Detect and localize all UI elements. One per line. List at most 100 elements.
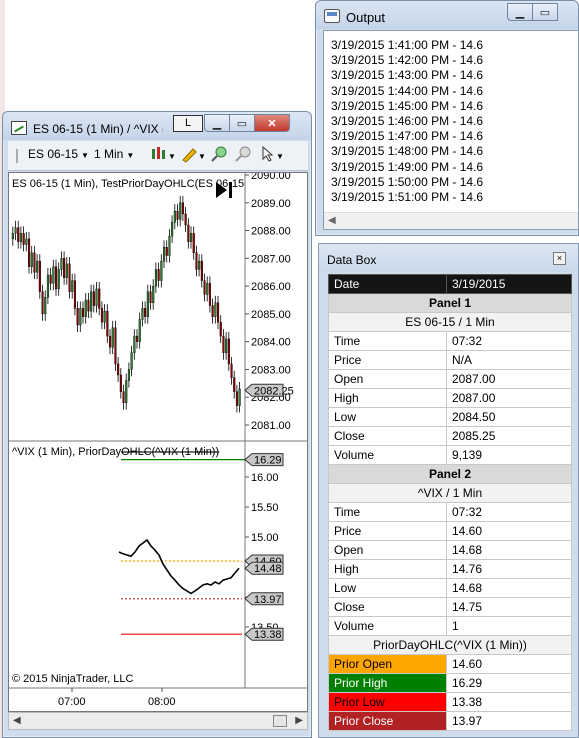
zoom-in-button[interactable]	[210, 145, 228, 166]
date-row-value: 3/19/2015	[446, 274, 572, 294]
candle-body	[195, 252, 198, 270]
candle-body	[211, 305, 214, 317]
panel2-header: Panel 2	[328, 464, 572, 484]
candle-body	[122, 391, 125, 403]
data-box-header[interactable]: Data Box ×	[319, 244, 578, 272]
close-icon[interactable]: ×	[553, 252, 566, 265]
candle-body	[135, 335, 139, 342]
data-row-value: 07:32	[446, 331, 572, 351]
candle-body	[46, 274, 49, 298]
drawing-tool-button[interactable]: ▼	[180, 145, 206, 166]
candle-body	[146, 291, 149, 317]
data-row-value: 14.68	[446, 578, 572, 598]
prior-row: Prior Low 13.38	[328, 692, 572, 712]
panel2-subheader-label: ^VIX / 1 Min	[328, 483, 572, 503]
candle-body	[41, 291, 44, 315]
scroll-thumb[interactable]	[273, 715, 287, 727]
prior-row-value: 14.60	[446, 654, 572, 674]
data-row-value: 2085.25	[446, 426, 572, 446]
candle-body	[87, 299, 90, 312]
data-row-key: High	[328, 559, 447, 579]
zoom-out-icon	[235, 146, 251, 162]
data-row: Time 07:32	[328, 502, 572, 522]
data-row-key: High	[328, 388, 447, 408]
axis-label: 2083.00	[251, 364, 291, 376]
output-line: 3/19/2015 1:44:00 PM - 14.6	[331, 83, 484, 98]
interval-selector[interactable]: 1 Min ▼	[94, 147, 134, 161]
minimize-button[interactable]: ▁	[507, 3, 533, 21]
chart-plot-area[interactable]: 2090.00 2089.00 2088.00 2087.00 2086.00 2085.…	[8, 170, 308, 712]
instrument-selector[interactable]: ES 06-15 ▼	[28, 147, 89, 161]
candle-body	[189, 233, 193, 242]
minimize-button[interactable]: ▁	[204, 114, 230, 132]
candle-body	[63, 258, 66, 278]
candle-body	[25, 238, 28, 245]
data-row: Low 14.68	[328, 578, 572, 598]
candle-body	[222, 335, 225, 353]
link-badge[interactable]: L	[173, 115, 203, 132]
output-title: Output	[346, 10, 386, 25]
pencil-icon: ▼	[182, 148, 206, 163]
output-text-area[interactable]: 3/19/2015 1:41:00 PM - 14.6 3/19/2015 1:4…	[323, 30, 579, 230]
candle-body	[65, 263, 68, 278]
data-row: Open 2087.00	[328, 369, 572, 389]
chart-canvas[interactable]: 2090.00 2089.00 2088.00 2087.00 2086.00 2085.…	[9, 170, 307, 711]
panel1-subheader-label: ES 06-15 / 1 Min	[328, 312, 572, 332]
prior-row-value: 13.38	[446, 692, 572, 712]
candle-body	[206, 283, 209, 295]
candle-body	[208, 283, 212, 306]
panel2-subheader: ^VIX / 1 Min	[328, 483, 572, 503]
data-row-key: Close	[328, 426, 447, 446]
scroll-left-icon[interactable]: ◀	[13, 715, 21, 726]
prior-high-tag: 16.29	[254, 455, 282, 467]
chart-horizontal-scrollbar[interactable]: ◀ ▶	[8, 712, 308, 730]
panel1-header-label: Panel 1	[328, 293, 572, 313]
data-row-key: Price	[328, 350, 447, 370]
output-line: 3/19/2015 1:46:00 PM - 14.6	[331, 114, 484, 129]
maximize-button[interactable]: ▭	[532, 3, 558, 21]
data-row-value: 14.75	[446, 597, 572, 617]
chevron-down-icon: ▼	[126, 151, 135, 160]
scroll-right-icon[interactable]: ▶	[295, 715, 303, 726]
candle-body	[49, 274, 52, 284]
zoom-out-button[interactable]	[234, 145, 252, 166]
candle-body	[138, 319, 141, 342]
candle-body	[106, 310, 109, 337]
candle-body	[168, 235, 171, 256]
candle-body	[238, 388, 241, 406]
candle-body	[11, 233, 14, 240]
data-box-title: Data Box	[327, 253, 377, 267]
pointer-tool-button[interactable]: ▼	[260, 145, 286, 166]
data-row-key: Volume	[328, 616, 447, 636]
prior-row-key: Prior Low	[328, 692, 447, 712]
output-line: 3/19/2015 1:49:00 PM - 14.6	[331, 159, 484, 174]
data-row: Volume 1	[328, 616, 572, 636]
scroll-left-icon[interactable]: ◀	[328, 215, 336, 226]
candle-body	[90, 291, 93, 312]
data-box-table: Date 3/19/2015 Panel 1 ES 06-15 / 1 Min Time…	[328, 274, 572, 731]
candle-body	[152, 285, 155, 303]
candle-body	[198, 260, 201, 270]
vix-last-tag: 14.48	[254, 563, 282, 575]
panel2-label: ^VIX (1 Min), PriorDayOHLC(^VIX (1 Min))	[12, 446, 219, 458]
candle-body	[173, 210, 176, 223]
chart-style-button[interactable]: ▼	[150, 145, 176, 166]
candle-body	[22, 233, 25, 245]
candle-body	[108, 335, 112, 348]
candle-body	[179, 202, 182, 220]
data-row: Close 14.75	[328, 597, 572, 617]
play-icon-bar	[229, 182, 232, 198]
axis-label: 2084.00	[251, 337, 291, 349]
chart-window: ES 06-15 (1 Min) / ^VIX (1 L ▁ ▭ ✕ ES 06…	[2, 111, 312, 738]
data-row-key: Time	[328, 331, 447, 351]
output-line: 3/19/2015 1:48:00 PM - 14.6	[331, 144, 484, 159]
prior-row-key: Prior Close	[328, 711, 447, 731]
close-button[interactable]: ✕	[254, 114, 290, 132]
candle-body	[184, 213, 187, 226]
prior-row: Prior Close 13.97	[328, 711, 572, 731]
prior-row-key: Prior High	[328, 673, 447, 693]
maximize-button[interactable]: ▭	[229, 114, 255, 132]
instrument-label: ES 06-15	[28, 147, 79, 161]
axis-label: 2086.00	[251, 281, 291, 293]
output-horizontal-scrollbar[interactable]: ◀	[324, 212, 578, 229]
